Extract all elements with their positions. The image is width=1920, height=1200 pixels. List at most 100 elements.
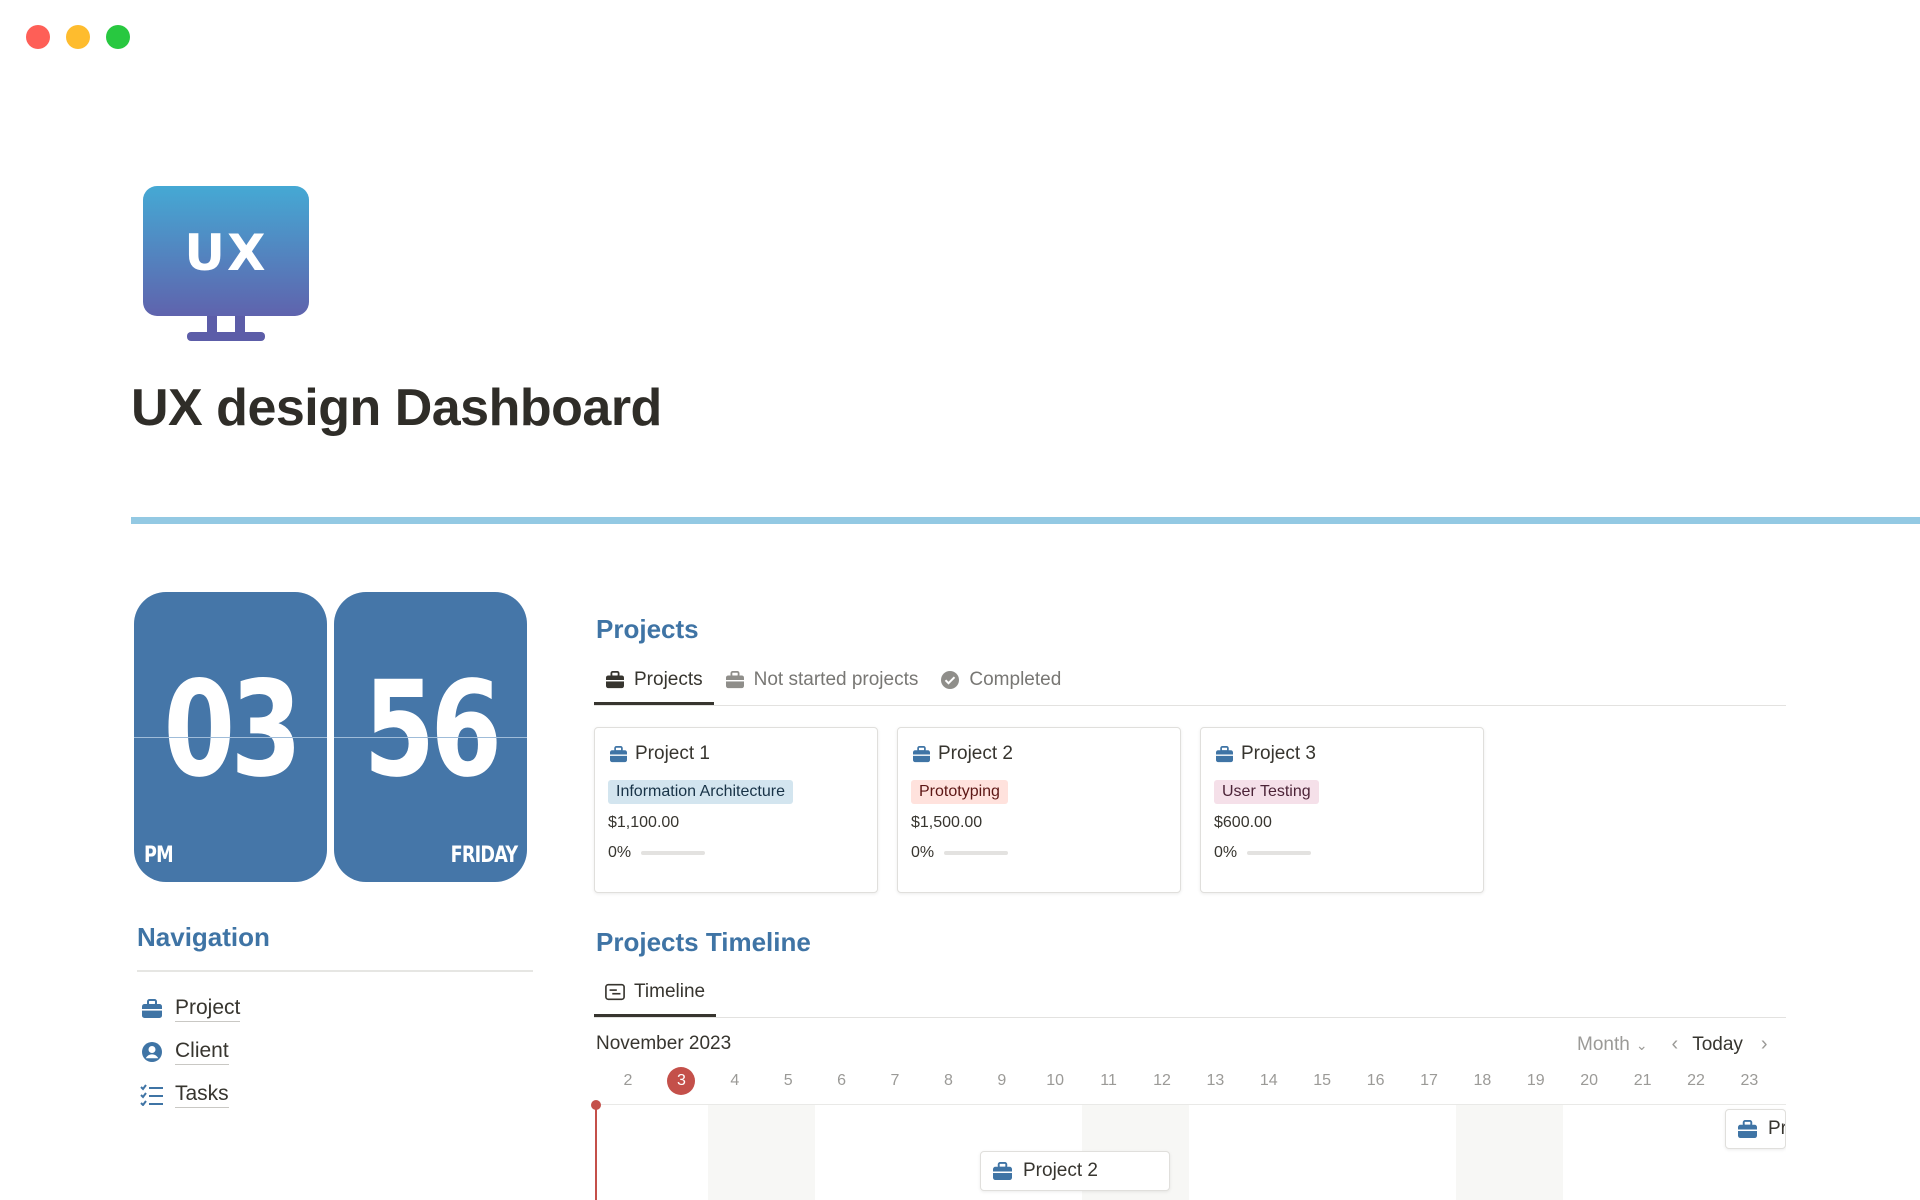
navigation-divider bbox=[137, 970, 533, 972]
today-button[interactable]: Today bbox=[1692, 1034, 1743, 1056]
clock-seam bbox=[134, 737, 327, 738]
chevron-left-icon[interactable]: ‹ bbox=[1672, 1033, 1679, 1056]
card-price: $600.00 bbox=[1214, 814, 1272, 831]
timeline-day: 14 bbox=[1259, 1072, 1278, 1089]
timeline-tabs-divider bbox=[594, 1017, 1786, 1018]
tab-label: Projects bbox=[634, 669, 703, 690]
timeline-month: November 2023 bbox=[596, 1033, 732, 1054]
timeline-today-line bbox=[595, 1104, 597, 1200]
close-window-button[interactable] bbox=[26, 25, 50, 49]
tab-label: Completed bbox=[969, 669, 1062, 690]
timeline-day: 12 bbox=[1153, 1072, 1171, 1089]
timeline-day: 2 bbox=[623, 1072, 633, 1089]
timeline-day-header: 2 3 4 5 6 7 8 9 10 11 12 13 14 15 16 17 18 19 20 21 22 23 bbox=[594, 1066, 1786, 1100]
timeline-day: 7 bbox=[890, 1072, 900, 1089]
minimize-window-button[interactable] bbox=[66, 25, 90, 49]
progress-bar bbox=[944, 851, 1009, 855]
progress-label: 0% bbox=[608, 844, 632, 861]
nav-item-client[interactable]: Client bbox=[140, 1030, 240, 1073]
timeline-day: 22 bbox=[1687, 1072, 1705, 1089]
briefcase-icon bbox=[991, 1160, 1013, 1182]
card-title: Project 2 bbox=[938, 743, 1013, 764]
card-title-row: Project 3 bbox=[1214, 742, 1470, 766]
projects-tabs: Projects Not started projects Completed bbox=[594, 656, 1072, 705]
briefcase-icon bbox=[1736, 1118, 1758, 1140]
nav-item-label: Project bbox=[175, 995, 241, 1022]
timeline-view-select[interactable]: Month ⌄ bbox=[1577, 1034, 1648, 1056]
project-card[interactable]: Project 2 Prototyping $1,500.00 0% bbox=[897, 727, 1181, 893]
card-price: $1,500.00 bbox=[911, 814, 983, 831]
nav-item-tasks[interactable]: Tasks bbox=[140, 1073, 240, 1116]
card-progress: 0% bbox=[608, 844, 864, 862]
timeline-item[interactable]: Pr bbox=[1725, 1109, 1786, 1149]
tab-projects[interactable]: Projects bbox=[594, 656, 714, 705]
card-tag: Information Architecture bbox=[608, 780, 793, 804]
tab-not-started-projects[interactable]: Not started projects bbox=[714, 656, 930, 704]
timeline-body: Project 2 Pr bbox=[594, 1105, 1786, 1200]
timeline-day: 11 bbox=[1100, 1072, 1117, 1089]
tab-label: Not started projects bbox=[753, 669, 919, 690]
chevron-down-icon: ⌄ bbox=[1635, 1036, 1648, 1053]
zoom-window-button[interactable] bbox=[106, 25, 130, 49]
timeline-day: 6 bbox=[837, 1072, 847, 1089]
briefcase-icon bbox=[605, 670, 625, 690]
clock-hour: 03 bbox=[163, 653, 303, 807]
navigation-heading: Navigation bbox=[137, 922, 270, 952]
user-circle-icon bbox=[140, 1040, 164, 1064]
briefcase-icon bbox=[608, 744, 628, 764]
timeline-day: 8 bbox=[943, 1072, 953, 1089]
timeline-today-marker bbox=[591, 1100, 601, 1110]
timeline-view-label: Month bbox=[1577, 1033, 1630, 1055]
timeline-day: 17 bbox=[1420, 1072, 1438, 1089]
card-title: Project 1 bbox=[635, 743, 710, 764]
briefcase-icon bbox=[1214, 744, 1234, 764]
timeline-item[interactable]: Project 2 bbox=[980, 1151, 1170, 1191]
timeline-tabs: Timeline bbox=[594, 968, 717, 1017]
header-divider bbox=[131, 517, 1920, 524]
timeline-item-label: Pr bbox=[1768, 1118, 1786, 1139]
card-tag: User Testing bbox=[1214, 780, 1319, 804]
clock-weekday: FRIDAY bbox=[450, 843, 517, 868]
clock-minute-card: 56 FRIDAY bbox=[334, 592, 527, 882]
timeline-icon bbox=[605, 982, 625, 1002]
flip-clock-widget: 03 PM 56 FRIDAY bbox=[134, 592, 527, 882]
timeline-controls: Month ⌄ ‹ Today › bbox=[1577, 1033, 1768, 1056]
tab-completed[interactable]: Completed bbox=[929, 656, 1072, 704]
projects-tabs-divider bbox=[594, 705, 1786, 706]
card-title: Project 3 bbox=[1241, 743, 1316, 764]
project-cards: Project 1 Information Architecture $1,10… bbox=[594, 727, 1484, 893]
timeline-day: 10 bbox=[1046, 1072, 1065, 1089]
progress-label: 0% bbox=[1214, 844, 1238, 861]
timeline-day: 9 bbox=[997, 1072, 1007, 1089]
timeline-day: 4 bbox=[730, 1072, 740, 1089]
timeline-day: 13 bbox=[1206, 1072, 1225, 1089]
tab-timeline[interactable]: Timeline bbox=[594, 968, 717, 1017]
chevron-right-icon[interactable]: › bbox=[1761, 1033, 1768, 1056]
project-card[interactable]: Project 1 Information Architecture $1,10… bbox=[594, 727, 878, 893]
navigation-list: Project Client Tasks bbox=[140, 987, 241, 1116]
progress-bar bbox=[1247, 851, 1312, 855]
briefcase-icon bbox=[725, 670, 745, 690]
clock-hour-card: 03 PM bbox=[134, 592, 327, 882]
timeline-day: 18 bbox=[1473, 1072, 1492, 1089]
card-progress: 0% bbox=[1214, 844, 1470, 862]
nav-item-label: Client bbox=[175, 1038, 229, 1065]
card-price: $1,100.00 bbox=[608, 814, 680, 831]
ux-icon-text: UX bbox=[184, 224, 267, 282]
window-controls bbox=[26, 25, 130, 49]
tab-label: Timeline bbox=[634, 981, 706, 1002]
project-card[interactable]: Project 3 User Testing $600.00 0% bbox=[1200, 727, 1484, 893]
nav-item-label: Tasks bbox=[175, 1081, 229, 1108]
projects-heading: Projects bbox=[596, 614, 699, 644]
page-title: UX design Dashboard bbox=[131, 379, 662, 437]
nav-item-project[interactable]: Project bbox=[140, 987, 241, 1030]
progress-label: 0% bbox=[911, 844, 935, 861]
timeline-day: 23 bbox=[1740, 1072, 1759, 1089]
card-tag: Prototyping bbox=[911, 780, 1008, 804]
timeline-day: 16 bbox=[1366, 1072, 1385, 1089]
ux-monitor-icon[interactable]: UX bbox=[141, 184, 311, 344]
card-title-row: Project 2 bbox=[911, 742, 1167, 766]
progress-bar bbox=[641, 851, 706, 855]
timeline-day: 19 bbox=[1526, 1072, 1545, 1089]
clock-seam bbox=[334, 737, 527, 738]
